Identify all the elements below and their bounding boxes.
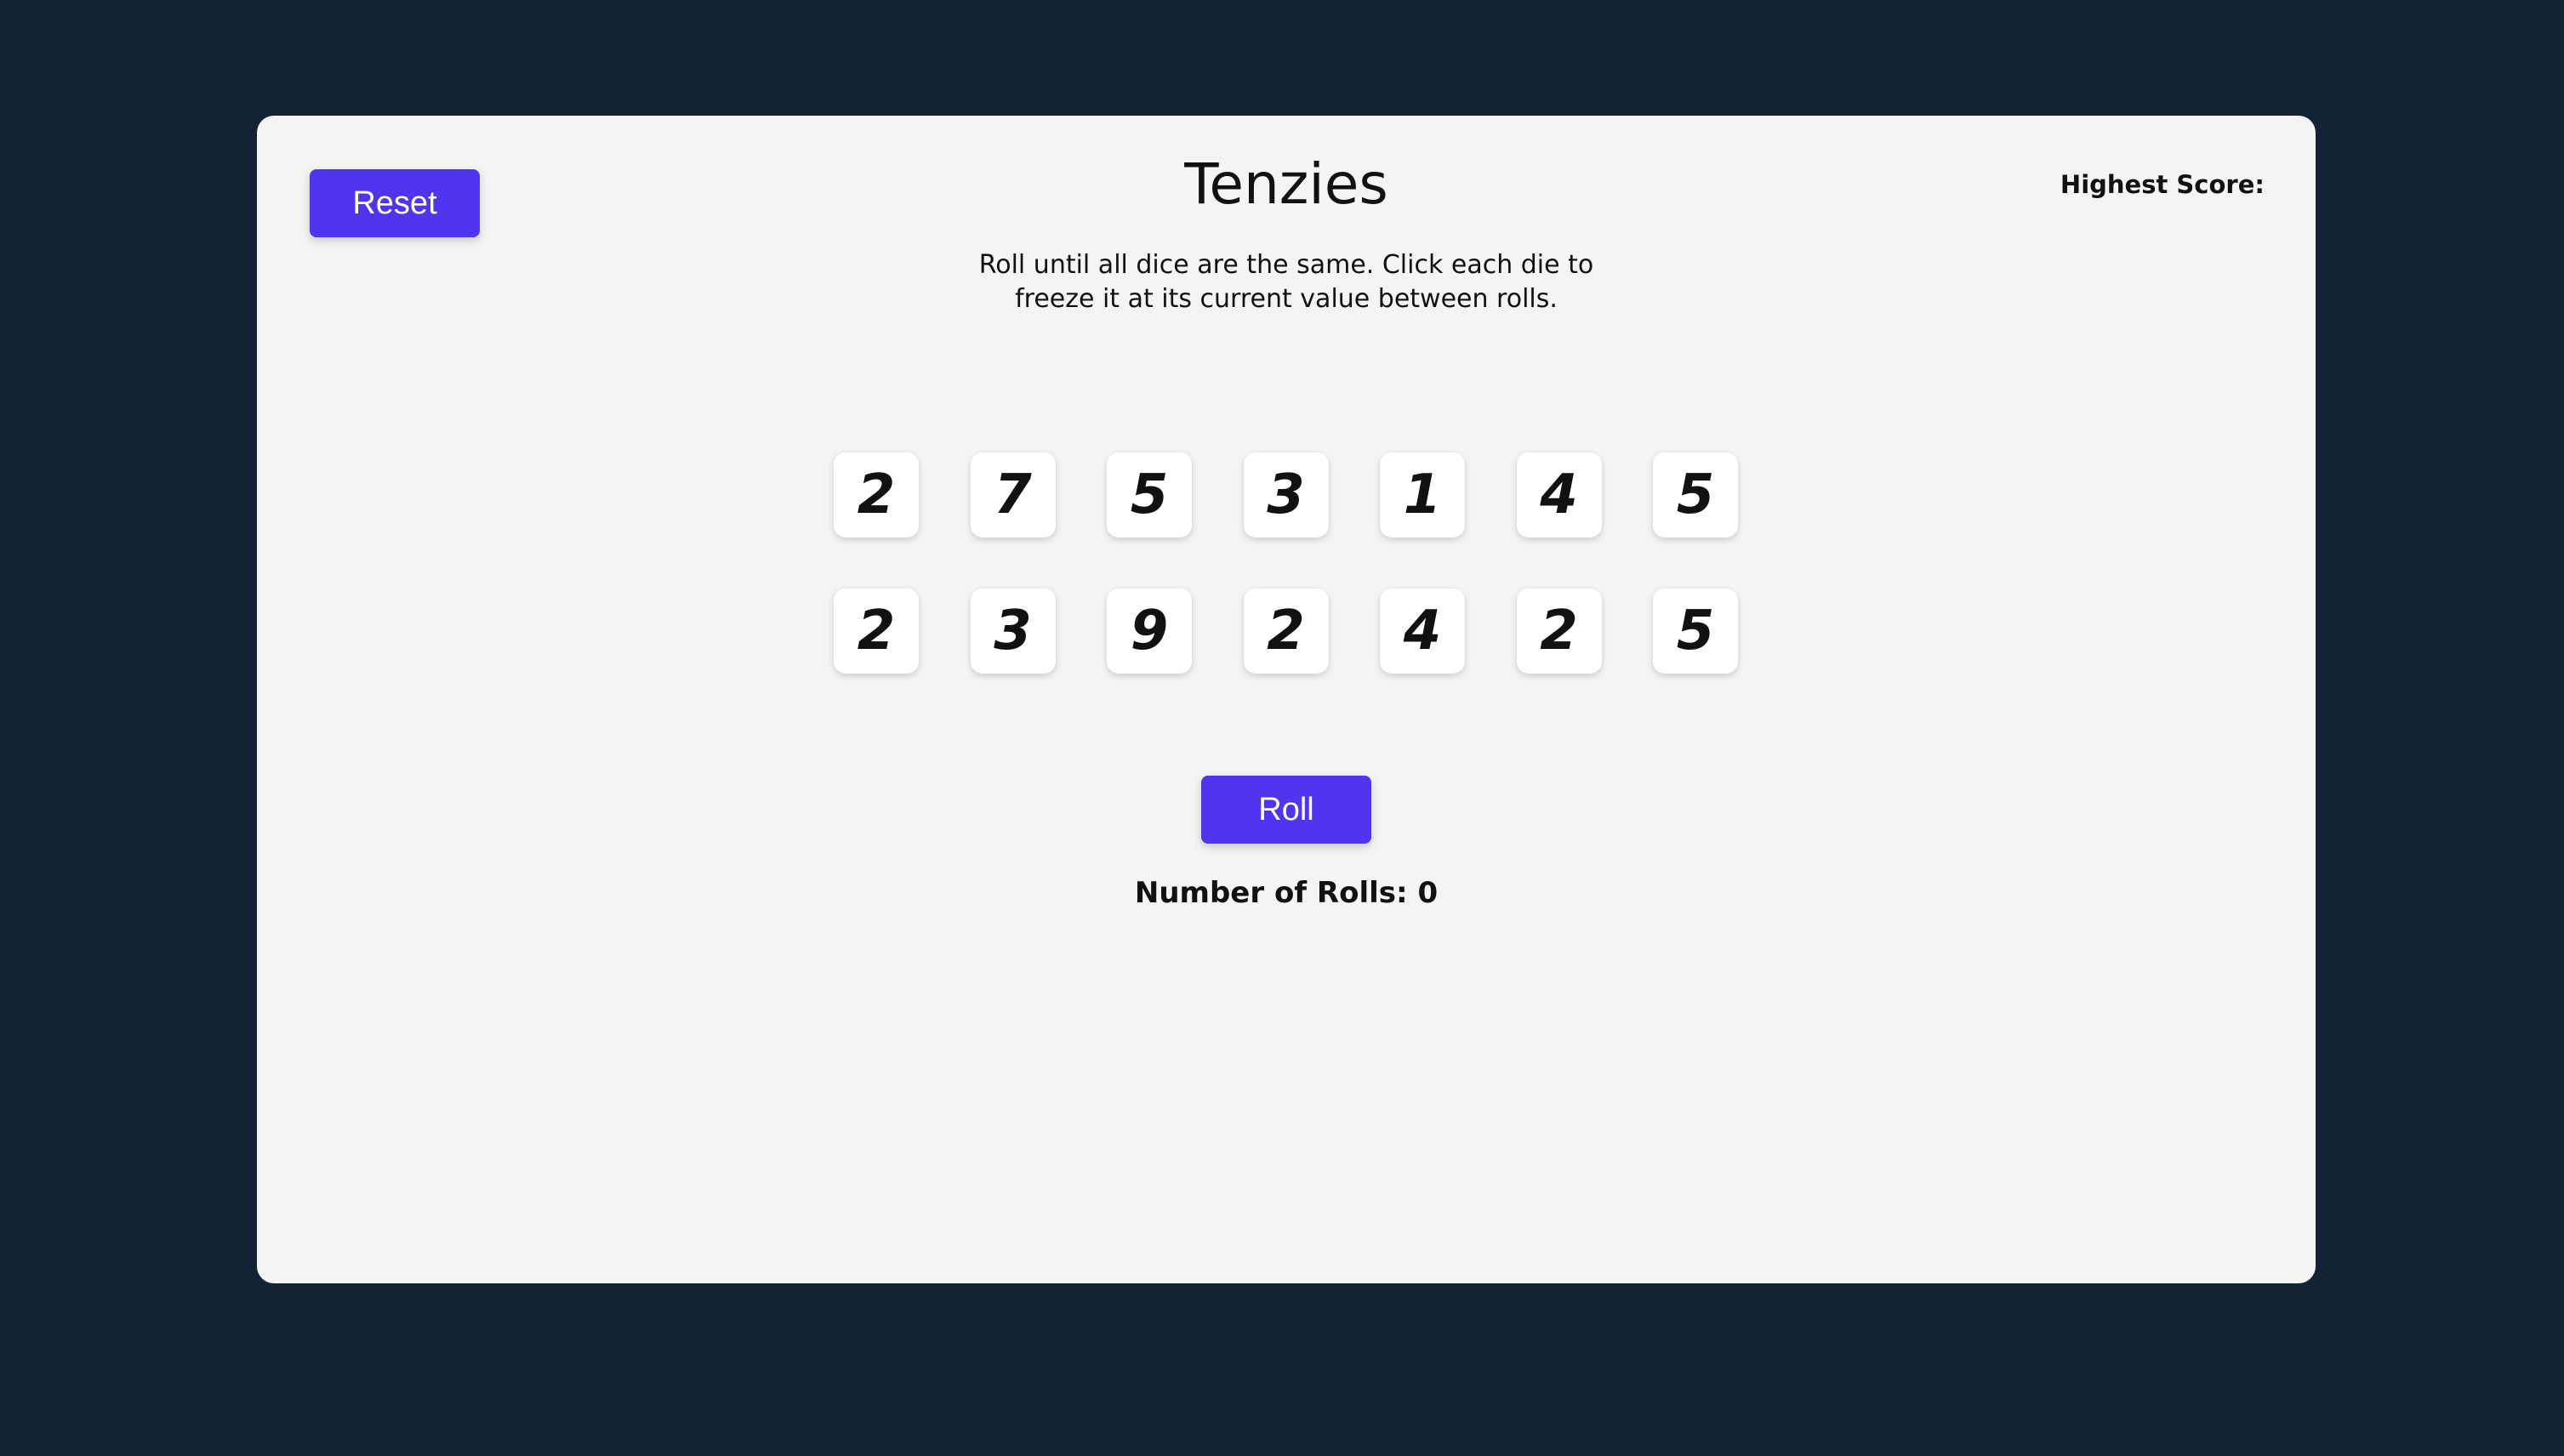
die[interactable]: 5 [1653,589,1738,674]
die[interactable]: 5 [1653,452,1738,537]
roll-count: Number of Rolls: 0 [1134,876,1439,910]
die[interactable]: 2 [834,452,919,537]
die[interactable]: 9 [1107,589,1192,674]
page-title: Tenzies [1184,151,1388,217]
die[interactable]: 2 [834,589,919,674]
instructions-text: Roll until all dice are the same. Click … [978,250,1594,314]
die[interactable]: 1 [1380,452,1465,537]
dice-grid: 2 7 5 3 1 4 5 2 3 9 2 4 2 5 [834,452,1738,674]
die[interactable]: 2 [1243,589,1329,674]
roll-button[interactable]: Roll [1201,776,1371,844]
die[interactable]: 7 [970,452,1056,537]
die[interactable]: 3 [970,589,1056,674]
die[interactable]: 5 [1107,452,1192,537]
game-panel: Reset Highest Score: Tenzies Roll until … [257,116,2316,1283]
die[interactable]: 4 [1380,589,1465,674]
die[interactable]: 4 [1516,452,1602,537]
die[interactable]: 2 [1516,589,1602,674]
die[interactable]: 3 [1243,452,1329,537]
